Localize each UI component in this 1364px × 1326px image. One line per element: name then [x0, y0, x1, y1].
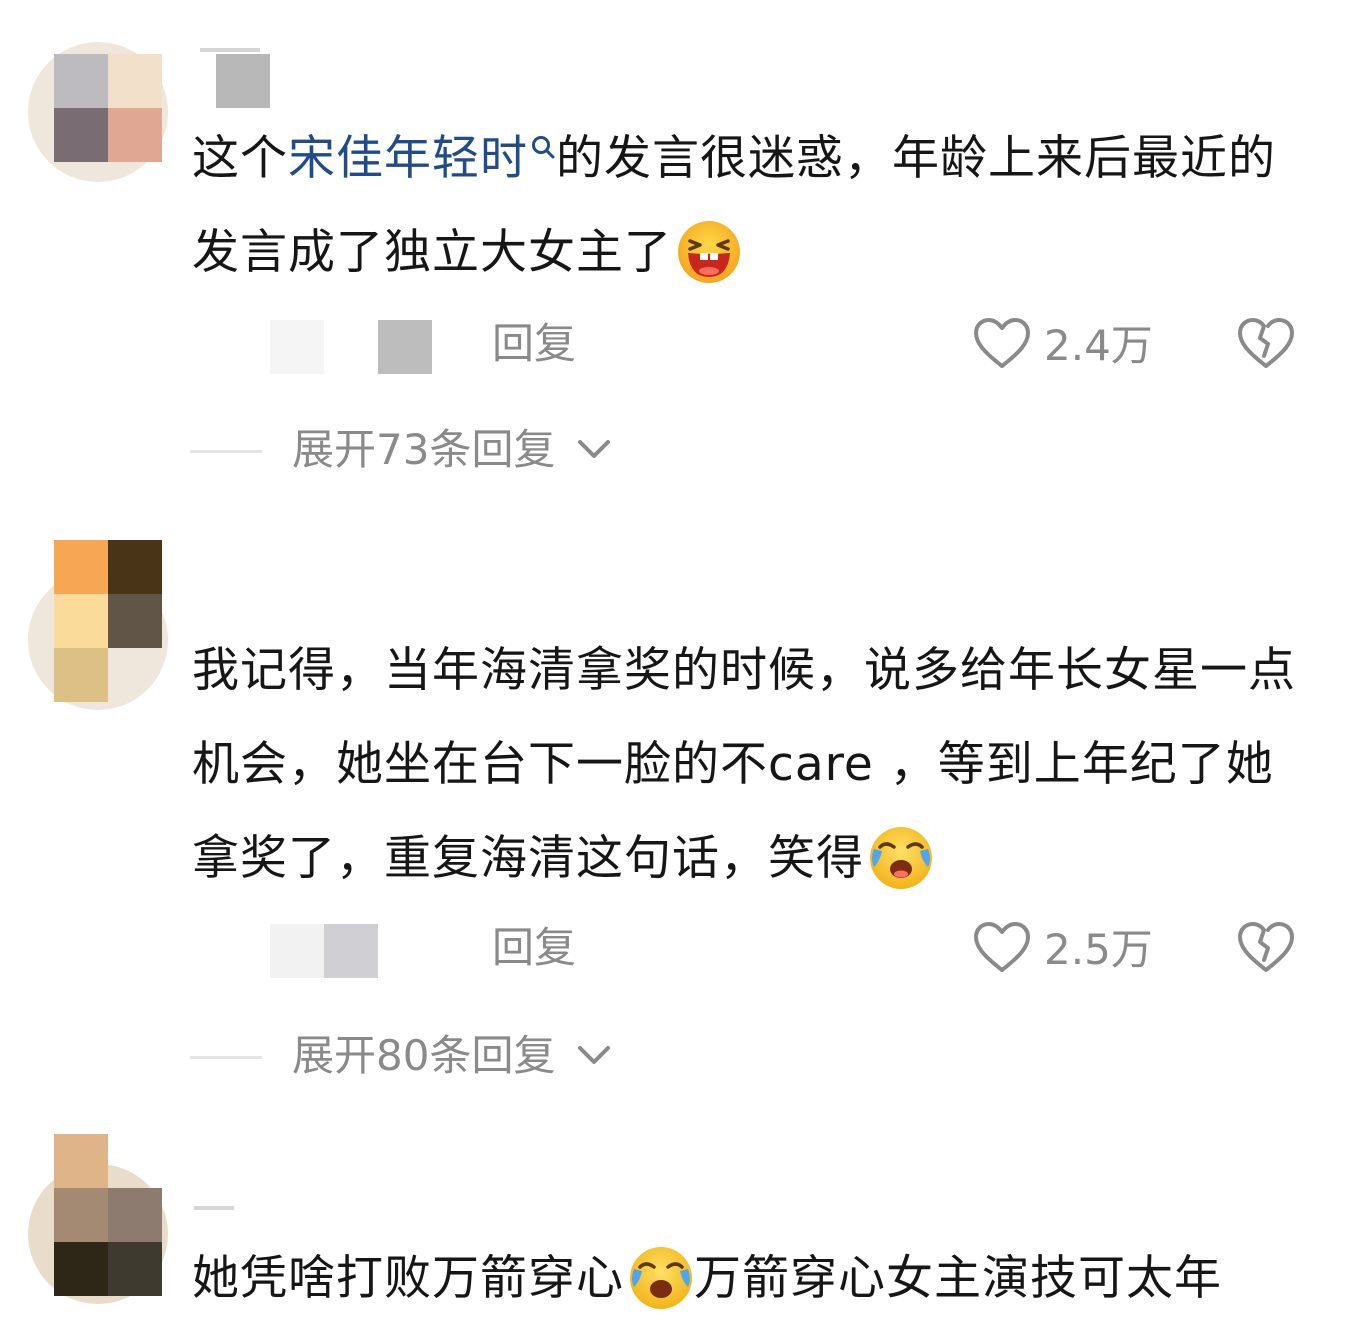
ip-location — [378, 320, 432, 374]
comment-text: 这个宋佳年轻时 的发言很迷惑，年龄上来后最近的发言成了独立大女主了 — [192, 112, 1312, 300]
broken-heart-icon[interactable] — [1236, 316, 1296, 372]
avatar[interactable] — [28, 30, 168, 196]
reply-button[interactable]: 回复 — [492, 916, 576, 980]
chevron-down-icon — [578, 440, 610, 458]
username[interactable] — [216, 54, 270, 108]
heart-outline-icon[interactable] — [972, 920, 1032, 976]
expand-replies[interactable]: 展开73条回复 — [0, 420, 1364, 480]
publish-info — [270, 924, 324, 978]
reply-button[interactable]: 回复 — [492, 312, 576, 376]
broken-heart-icon[interactable] — [1236, 920, 1296, 976]
heart-outline-icon[interactable] — [972, 316, 1032, 372]
ip-location — [324, 924, 378, 978]
like-count: 2.5万 — [1044, 925, 1153, 974]
avatar[interactable] — [28, 1134, 168, 1304]
expand-replies[interactable]: 展开80条回复 — [0, 1026, 1364, 1086]
comment-text: 我记得，当年海清拿奖的时候，说多给年长女星一点机会，她坐在台下一脸的不care … — [192, 624, 1302, 906]
divider — [190, 1056, 262, 1059]
tears-of-joy-emoji-icon — [870, 826, 932, 889]
like-count: 2.4万 — [1044, 321, 1153, 370]
expand-replies-label: 展开73条回复 — [292, 425, 556, 474]
comment-text: 她凭啥打败万箭穿心 万箭穿心女主演技可太年 — [192, 1232, 1312, 1326]
avatar[interactable] — [28, 540, 168, 710]
tears-of-joy-emoji-icon — [630, 1246, 692, 1309]
expand-replies-label: 展开80条回复 — [292, 1031, 556, 1080]
comment-actions: 回复 2.4万 — [0, 312, 1364, 376]
search-icon — [532, 136, 555, 159]
username-hint — [200, 48, 260, 52]
laughing-emoji-icon — [678, 220, 740, 283]
chevron-down-icon — [578, 1046, 610, 1064]
search-link[interactable]: 宋佳年轻时 — [288, 131, 556, 186]
publish-info — [270, 320, 324, 374]
divider — [190, 450, 262, 453]
comment-actions: 回复 2.5万 — [0, 916, 1364, 980]
username-hint — [194, 1206, 234, 1210]
